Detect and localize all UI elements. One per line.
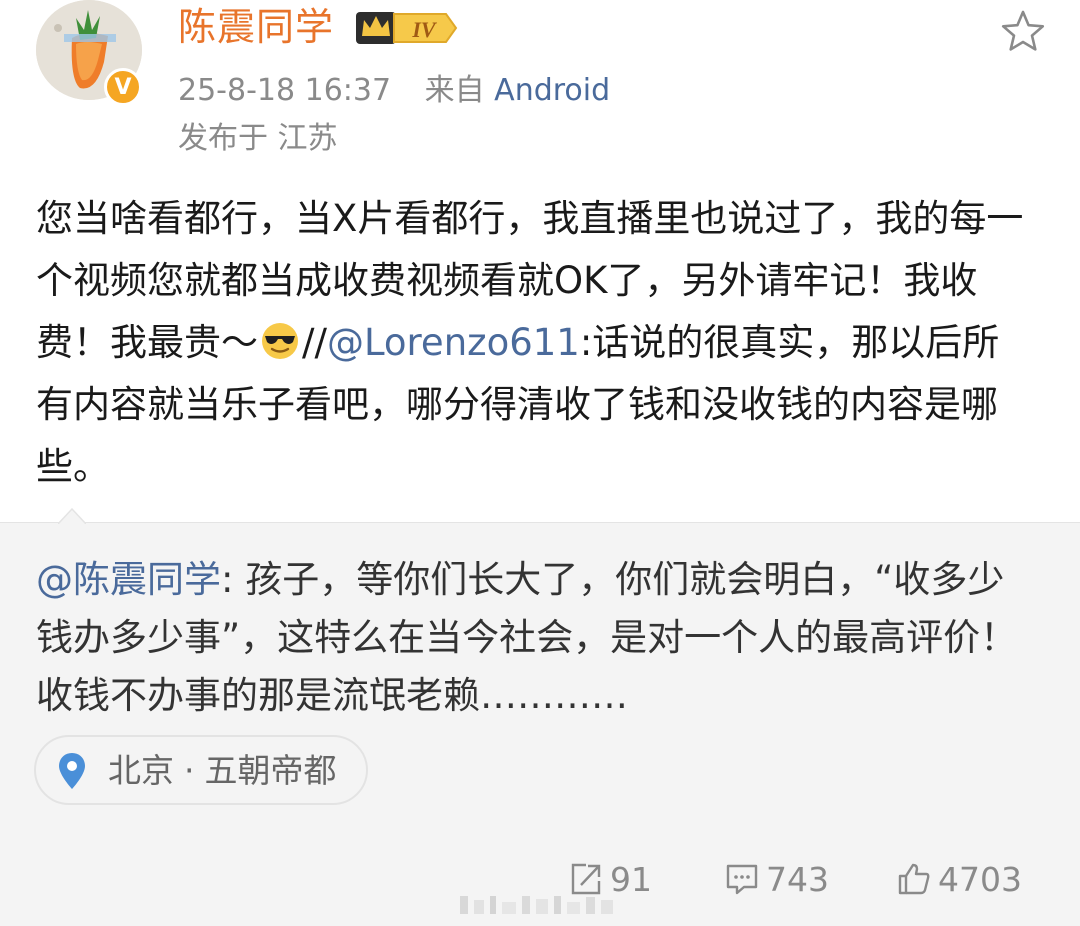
post-source[interactable]: Android: [494, 73, 610, 108]
thumbs-up-icon: [898, 863, 930, 895]
comment-count: 743: [766, 859, 829, 899]
post-location: 发布于 江苏: [178, 121, 338, 156]
favorite-star-icon[interactable]: [1000, 8, 1046, 54]
verified-badge: V: [104, 68, 142, 106]
mention-link[interactable]: @Lorenzo611: [327, 321, 580, 364]
location-city: 北京: [108, 751, 174, 790]
repost-mention-link[interactable]: @陈震同学: [36, 558, 221, 601]
repost-body: @陈震同学: 孩子，等你们长大了，你们就会明白，“收多少钱办多少事”，这特么在当…: [36, 551, 1036, 725]
cool-sunglasses-emoji-icon: [262, 323, 298, 359]
comment-icon: [726, 864, 758, 895]
like-button[interactable]: 4703: [896, 858, 1022, 900]
level-badge[interactable]: IV: [354, 8, 460, 48]
post-text-part2: //: [302, 321, 327, 364]
repost-icon: [571, 863, 601, 895]
source-prefix: 来自: [424, 73, 485, 108]
repost-count: 91: [610, 859, 652, 899]
like-count: 4703: [938, 859, 1022, 899]
comment-button[interactable]: 743: [724, 858, 829, 900]
post-meta: 25-8-18 16:37 来自 Android: [178, 72, 610, 110]
post-time: 25-8-18 16:37: [178, 73, 392, 108]
location-label: 北京 · 五朝帝都: [108, 751, 337, 791]
location-pin-icon: [59, 753, 85, 789]
level-text: IV: [411, 17, 438, 42]
repost-card[interactable]: @陈震同学: 孩子，等你们长大了，你们就会明白，“收多少钱办多少事”，这特么在当…: [0, 508, 1080, 926]
location-name: 五朝帝都: [204, 751, 337, 790]
repost-pointer: [58, 508, 86, 524]
post-body: 您当啥看都行，当X片看都行，我直播里也说过了，我的每一个视频您就都当成收费视频看…: [36, 188, 1036, 498]
location-tag[interactable]: 北京 · 五朝帝都: [34, 735, 368, 805]
location-separator: ·: [184, 751, 195, 790]
weibo-post: V 陈震同学 IV 25-8-18 16:37 来自 Android 发布于 江…: [0, 0, 1080, 926]
watermark-bars: [460, 896, 613, 914]
username[interactable]: 陈震同学: [178, 4, 334, 50]
